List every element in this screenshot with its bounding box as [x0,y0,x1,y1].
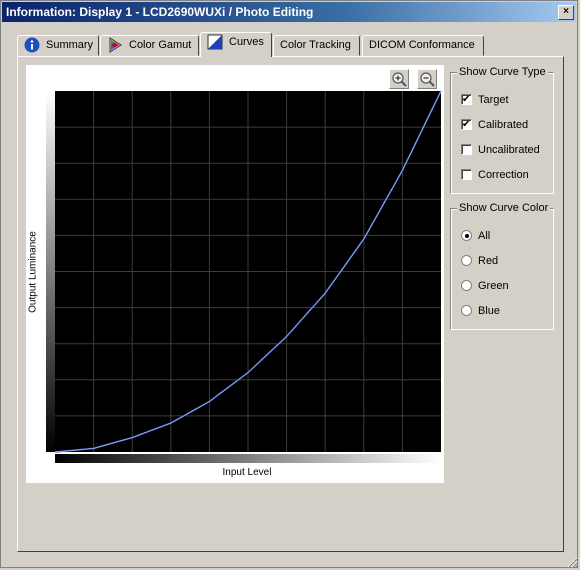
curves-panel [17,56,564,552]
resize-grip-icon[interactable] [566,556,578,568]
tab-dicom-label: DICOM Conformance [369,39,475,51]
tab-summary[interactable]: Summary [17,35,99,56]
tab-dicom-conformance[interactable]: DICOM Conformance [362,35,484,56]
title-bar[interactable]: Information: Display 1 - LCD2690WUXi / P… [2,2,576,22]
info-icon [24,37,40,53]
tab-color-tracking[interactable]: Color Tracking [273,35,360,56]
tab-color-tracking-label: Color Tracking [280,39,351,51]
tab-color-gamut[interactable]: Color Gamut [100,35,199,56]
tab-summary-label: Summary [46,39,94,51]
info-window: Information: Display 1 - LCD2690WUXi / P… [0,0,578,568]
close-button[interactable]: × [558,5,574,20]
tab-curves[interactable]: Curves [200,32,272,57]
color-gamut-icon [109,37,122,54]
window-title: Information: Display 1 - LCD2690WUXi / P… [6,5,314,19]
tab-color-gamut-label: Color Gamut [129,39,192,51]
curves-icon [207,34,223,50]
tab-curves-label: Curves [229,36,264,48]
